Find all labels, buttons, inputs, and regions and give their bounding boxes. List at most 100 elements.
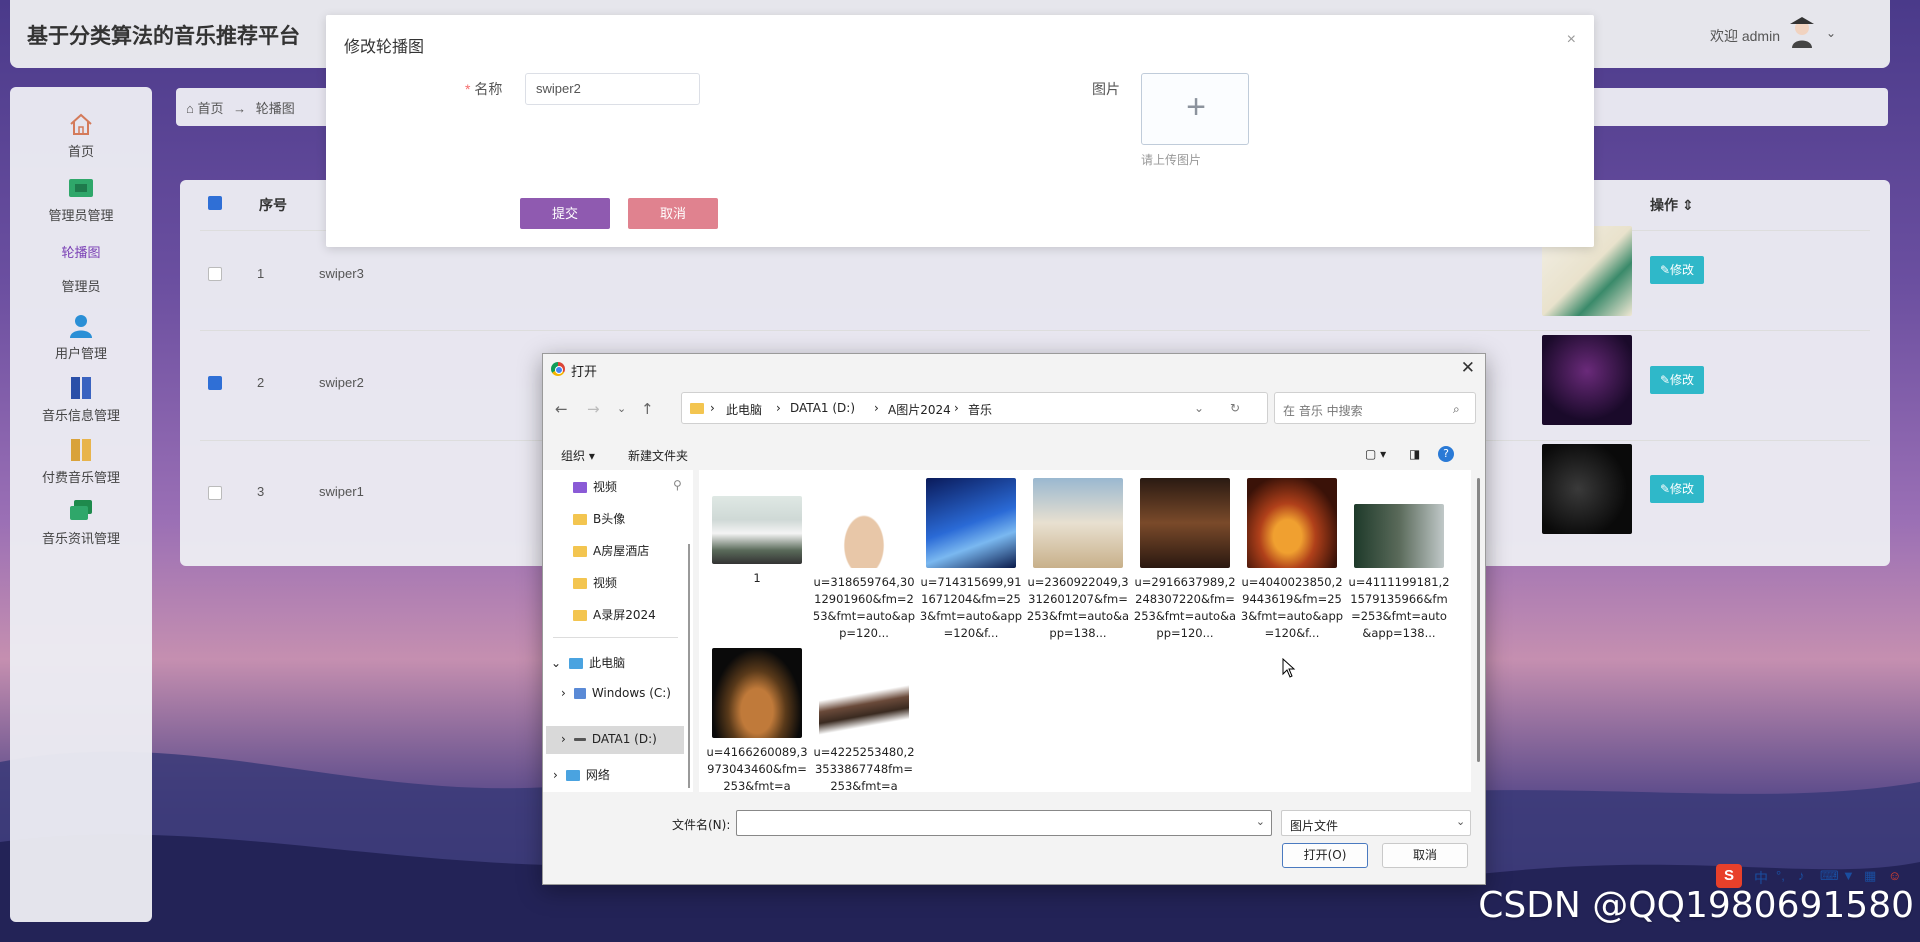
mic-icon[interactable]: ♪ [1798,868,1805,883]
carousel-thumbnail [1542,444,1632,534]
sidebar-item-music-news[interactable]: 音乐资讯管理 [10,498,152,547]
chevron-down-icon[interactable]: ⌄ [551,656,561,670]
sidebar-item-label: 首页 [67,144,94,159]
tree-scrollbar[interactable] [688,544,690,788]
cursor-icon [1282,658,1296,678]
dialog-title: 修改轮播图 [344,39,425,56]
file-name: u=2360922049,3312601207&fm=253&fmt=auto&… [1026,575,1130,640]
tree-item[interactable]: A录屏2024 [573,606,656,623]
address-segment[interactable]: 音乐 [968,401,992,418]
chevron-down-icon[interactable]: ⌄ [1826,26,1836,40]
file-name: u=2916637989,2248307220&fm=253&fmt=auto&… [1133,575,1237,640]
sidebar-item-music-info[interactable]: 音乐信息管理 [10,375,152,424]
close-icon[interactable]: × [1567,31,1576,49]
image-upload[interactable]: + [1141,73,1249,145]
row-checkbox[interactable] [208,267,222,281]
row-divider [200,330,1870,331]
sidebar-item-label: 付费音乐管理 [41,470,120,485]
address-segment[interactable]: 此电脑 [726,401,762,418]
file-item[interactable]: u=318659764,3012901960&fm=253&fmt=auto&a… [812,478,916,642]
shirt-icon[interactable]: ▼ [1842,868,1855,883]
chevron-right-icon[interactable]: › [553,768,558,782]
home-icon [70,113,92,135]
file-thumbnail [819,478,909,568]
home-icon: ⌂ [186,101,194,116]
select-all-checkbox[interactable] [208,196,222,210]
sidebar-item-paid-music[interactable]: 付费音乐管理 [10,437,152,486]
tree-item[interactable]: 视频 ⚲ [573,478,682,495]
sidebar-item-carousel[interactable]: 轮播图 [10,242,152,261]
edit-button[interactable]: ✎修改 [1650,475,1704,503]
drive-icon [573,688,586,699]
file-thumbnail [1247,478,1337,568]
file-item[interactable]: u=2360922049,3312601207&fm=253&fmt=auto&… [1026,478,1130,642]
open-button[interactable]: 打开(O) [1282,843,1368,868]
filename-input[interactable]: ⌄ [736,810,1272,836]
grid-icon[interactable]: ▦ [1864,868,1876,884]
dialog-title: 打开 [571,365,598,380]
help-icon[interactable]: ? [1438,446,1454,462]
tree-item-c-drive[interactable]: › Windows (C:) [561,686,671,700]
tree-item[interactable]: A房屋酒店 [573,542,649,559]
edit-button[interactable]: ✎修改 [1650,366,1704,394]
pin-icon[interactable]: ⚲ [673,478,682,492]
cancel-button[interactable]: 取消 [1382,843,1468,868]
chevron-right-icon[interactable]: › [561,686,566,700]
forward-icon[interactable]: → [587,400,600,418]
search-input[interactable]: 在 音乐 中搜索 ⌕ [1274,392,1476,424]
tree-item-d-drive[interactable]: › DATA1 (D:) [561,732,657,746]
punctuation-icon[interactable]: °, [1776,868,1785,883]
sidebar-item-admin-management[interactable]: 管理员管理 [10,175,152,224]
tree-item-network[interactable]: › 网络 [553,766,610,783]
smiley-icon[interactable]: ☺ [1888,868,1901,883]
tree-item[interactable]: 视频 [573,574,617,591]
carousel-thumbnail [1542,335,1632,425]
chrome-icon [551,362,565,376]
file-thumbnail [1354,504,1444,568]
chevron-down-icon[interactable]: ⌄ [1256,815,1265,828]
edit-button[interactable]: ✎修改 [1650,256,1704,284]
row-checkbox[interactable] [208,376,222,390]
submit-button[interactable]: 提交 [520,198,610,229]
chevron-down-icon[interactable]: ⌄ [617,402,626,415]
name-field[interactable]: swiper2 [525,73,700,105]
back-icon[interactable]: ← [555,400,568,418]
sidebar-item-label: 用户管理 [54,346,107,361]
file-item[interactable]: u=714315699,911671204&fm=253&fmt=auto&ap… [919,478,1023,642]
breadcrumb-home[interactable]: 首页 [197,101,223,116]
preview-pane-icon[interactable]: ◨ [1409,447,1420,461]
organize-menu[interactable]: 组织 ▾ [561,447,595,464]
filetype-select[interactable]: 图片文件 ⌄ [1281,810,1471,836]
address-segment[interactable]: A图片2024 [888,401,951,418]
refresh-icon[interactable]: ↻ [1230,401,1240,415]
tree-item-this-pc[interactable]: ⌄ 此电脑 [551,654,625,671]
file-item[interactable]: u=4166260089,3973043460&fm=253&fmt=a [705,648,809,795]
column-header-action[interactable]: 操作 ⇕ [1650,195,1694,215]
new-folder-button[interactable]: 新建文件夹 [628,447,688,464]
up-icon[interactable]: ↑ [641,400,654,418]
avatar[interactable] [1784,14,1820,50]
file-item[interactable]: u=4040023850,29443619&fm=253&fmt=auto&ap… [1240,478,1344,642]
file-name: u=4040023850,29443619&fm=253&fmt=auto&ap… [1240,575,1344,640]
chevron-right-icon[interactable]: › [561,732,566,746]
folder-icon [690,403,704,414]
tree-item[interactable]: B头像 [573,510,625,527]
file-item[interactable]: u=2916637989,2248307220&fm=253&fmt=auto&… [1133,478,1237,642]
file-item[interactable]: u=4111199181,21579135966&fm=253&fmt=auto… [1347,478,1451,642]
close-icon[interactable]: ✕ [1461,358,1475,378]
chevron-down-icon[interactable]: ⌄ [1194,401,1204,415]
view-icon[interactable]: ▢ ▾ [1365,447,1386,461]
keyboard-icon[interactable]: ⌨ [1820,868,1839,884]
cancel-button[interactable]: 取消 [628,198,718,229]
file-item[interactable]: u=4225253480,23533867748fm=253&fmt=a [812,648,916,795]
folder-icon [573,610,587,621]
sidebar-item-home[interactable]: 首页 [10,111,152,160]
address-segment[interactable]: DATA1 (D:) [790,401,855,415]
sidebar-item-admin[interactable]: 管理员 [10,276,152,295]
row-checkbox[interactable] [208,486,222,500]
book-icon [71,377,91,399]
file-item[interactable]: 1 [705,478,809,587]
file-grid-scrollbar[interactable] [1477,478,1480,762]
address-bar[interactable]: › 此电脑 › DATA1 (D:) › A图片2024 › 音乐 ⌄ ↻ [681,392,1268,424]
sidebar-item-users[interactable]: 用户管理 [10,313,152,362]
